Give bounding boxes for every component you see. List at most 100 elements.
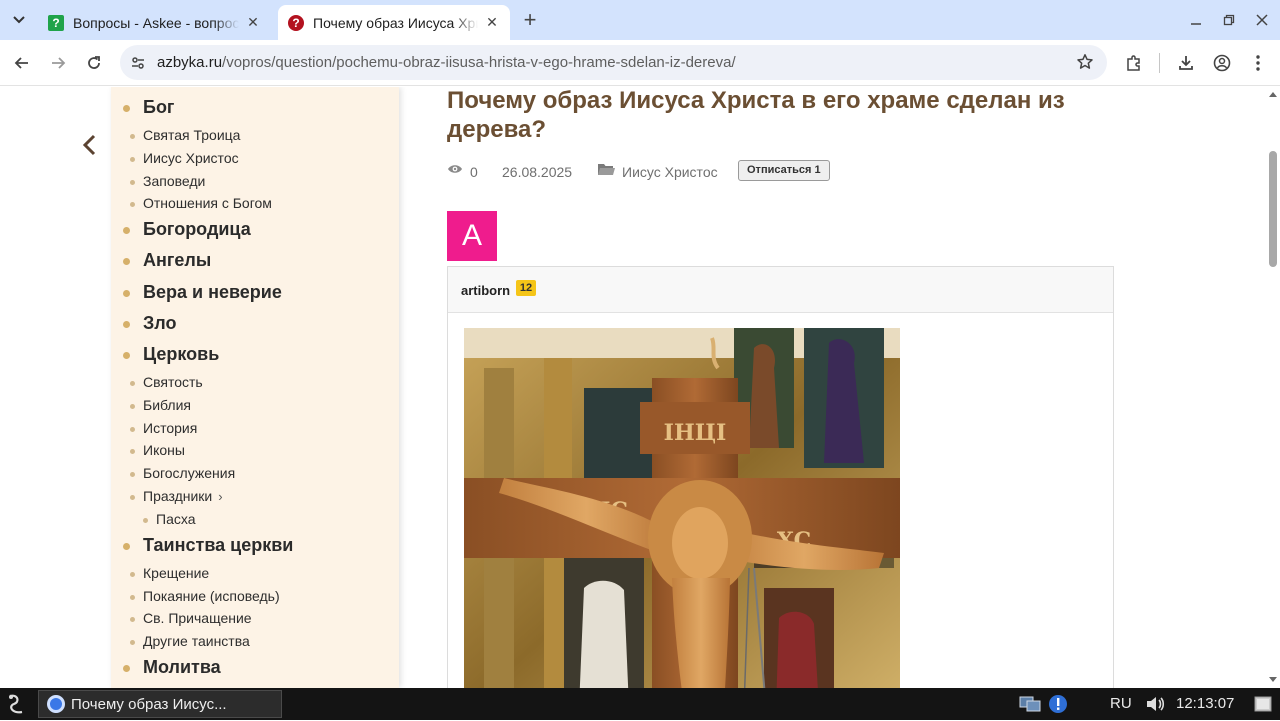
category-link[interactable]: Иисус Христос [622, 164, 718, 180]
os-taskbar: Почему образ Иисус... RU 12:13:07 [0, 688, 1280, 720]
page-scrollbar[interactable] [1266, 87, 1280, 688]
bullet [130, 180, 135, 185]
download-icon [1179, 56, 1193, 70]
sidebar-item-label: Церковь [143, 344, 220, 364]
bullet [130, 617, 135, 622]
sidebar-item-label: Пасха [156, 511, 196, 527]
extensions-button[interactable] [1122, 51, 1146, 75]
svg-text:IНЦI: IНЦI [664, 420, 727, 446]
scroll-up-icon[interactable] [1269, 91, 1277, 99]
bullet [123, 321, 130, 328]
sidebar-item-label: Иисус Христос [143, 150, 239, 166]
tab-askee[interactable]: ? Вопросы - Askee - вопросы и ответы ✕ [38, 5, 274, 40]
close-tab-icon[interactable]: ✕ [484, 14, 500, 31]
browser-toolbar: azbyka.ru/vopros/question/pochemu-obraz-… [0, 40, 1280, 86]
question-title: Почему образ Иисуса Христа в его храме с… [447, 87, 1065, 143]
bullet [130, 404, 135, 409]
close-tab-icon[interactable]: ✕ [245, 14, 261, 31]
downloads-button[interactable] [1174, 51, 1198, 75]
arrow-left-icon [14, 57, 28, 69]
bullet [123, 258, 130, 265]
view-count: 0 [470, 164, 478, 180]
chevron-right-icon[interactable]: › [218, 489, 222, 504]
chevron-down-icon [13, 16, 25, 24]
minimize-button[interactable] [1186, 10, 1206, 30]
more-vertical-icon [1256, 55, 1260, 71]
tab-search-button[interactable] [6, 8, 32, 32]
tab-strip: ? Вопросы - Askee - вопросы и ответы ✕ ?… [0, 0, 1280, 40]
sidebar-item-label: Святая Троица [143, 127, 241, 143]
minimize-icon [1191, 23, 1201, 25]
sidebar-item-label: Св. Причащение [143, 610, 252, 626]
bullet [130, 572, 135, 577]
bookmark-star-icon[interactable] [1075, 52, 1095, 72]
url-text[interactable]: azbyka.ru/vopros/question/pochemu-obraz-… [157, 54, 736, 71]
account-icon [1213, 54, 1231, 72]
bullet [123, 105, 130, 112]
browser-menu-button[interactable] [1246, 51, 1270, 75]
address-bar[interactable]: azbyka.ru/vopros/question/pochemu-obraz-… [120, 45, 1107, 80]
clock[interactable]: 12:13:07 [1176, 695, 1234, 712]
reload-button[interactable] [82, 51, 106, 75]
bullet [130, 640, 135, 645]
sidebar-item-label: Крещение [143, 565, 210, 581]
bullet [130, 427, 135, 432]
bullet [130, 134, 135, 139]
bullet [130, 495, 135, 500]
keyboard-layout[interactable]: RU [1110, 695, 1132, 712]
bullet [123, 665, 130, 672]
back-button[interactable] [10, 51, 34, 75]
sidebar-item-label: Иконы [143, 442, 185, 458]
show-desktop-icon[interactable] [1252, 694, 1274, 714]
sidebar-item-label: Таинства церкви [143, 535, 294, 555]
answer-card: artiborn 12 IНЦI XC [447, 266, 1114, 688]
restore-icon [1223, 14, 1235, 26]
sidebar-item-label: Заповеди [143, 173, 206, 189]
network-icon[interactable] [1018, 694, 1042, 714]
sidebar-item-label: Молитва [143, 657, 221, 677]
forward-button[interactable] [46, 51, 70, 75]
tab-active-question[interactable]: ? Почему образ Иисуса Христа в его храме… [278, 5, 510, 40]
close-icon [1256, 14, 1268, 26]
toolbar-divider [1159, 53, 1160, 73]
author-link[interactable]: artiborn [461, 283, 510, 298]
scroll-down-icon[interactable] [1269, 675, 1277, 683]
eye-icon [447, 162, 463, 179]
bullet [130, 595, 135, 600]
url-host: azbyka.ru [157, 54, 223, 71]
profile-button[interactable] [1210, 51, 1234, 75]
start-menu-button[interactable] [4, 692, 28, 716]
bullet [123, 543, 130, 550]
bullet [130, 157, 135, 162]
sidebar-item-label: Богородица [143, 219, 251, 239]
reload-icon [88, 56, 100, 69]
close-window-button[interactable] [1252, 10, 1272, 30]
bullet [130, 381, 135, 386]
collapse-sidebar-button[interactable] [80, 133, 100, 157]
unsubscribe-button[interactable]: Отписаться 1 [738, 160, 830, 181]
avatar[interactable]: A [447, 211, 497, 261]
new-tab-button[interactable]: + [518, 7, 542, 32]
taskbar-window-title: Почему образ Иисус... [71, 695, 227, 713]
sidebar-item-label: Святость [143, 374, 203, 390]
sidebar-item-label: Библия [143, 397, 191, 413]
taskbar-window-chrome[interactable]: Почему образ Иисус... [38, 690, 282, 718]
site-settings-icon[interactable] [128, 53, 148, 73]
bullet [123, 227, 130, 234]
sidebar-item-label: Отношения с Богом [143, 195, 272, 211]
scrollbar-thumb[interactable] [1269, 151, 1277, 267]
askee-icon: ? [48, 14, 64, 31]
sidebar-item-label: Покаяние (исповедь) [143, 588, 280, 604]
volume-icon[interactable] [1143, 694, 1167, 714]
answer-header: artiborn 12 [448, 267, 1113, 313]
bullet [123, 352, 130, 359]
tab-title: Вопросы - Askee - вопросы и ответы [73, 14, 239, 31]
puzzle-icon [1127, 55, 1140, 71]
url-path: /vopros/question/pochemu-obraz-iisusa-hr… [222, 54, 736, 71]
app-menu-icon [9, 694, 23, 714]
restore-button[interactable] [1219, 10, 1239, 30]
notification-icon[interactable] [1046, 694, 1070, 714]
crucifix-photo[interactable]: IНЦI IC XC [464, 328, 900, 688]
page-viewport: Бог Святая Троица Иисус Христос Заповеди… [0, 87, 1280, 688]
folder-icon [598, 163, 615, 179]
